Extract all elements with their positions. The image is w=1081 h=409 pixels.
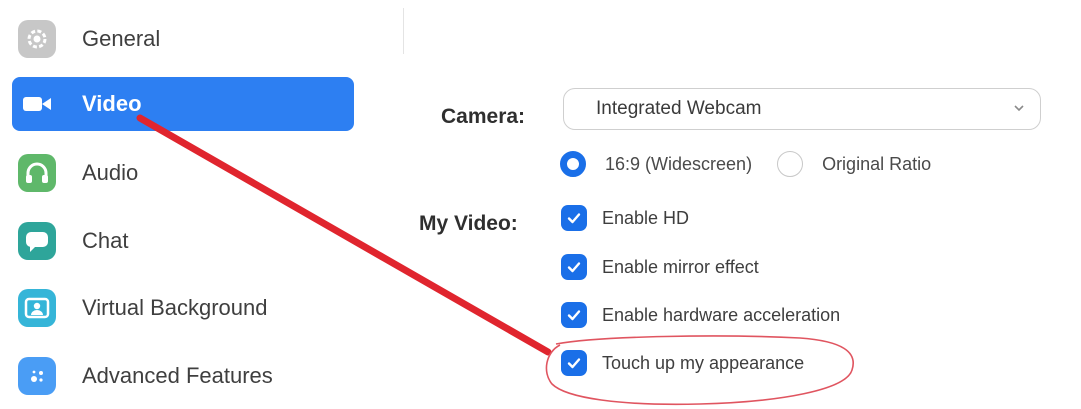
original-ratio-radio[interactable] bbox=[777, 151, 804, 177]
chat-bubble-icon bbox=[18, 222, 56, 260]
hardware-acceleration-label: Enable hardware acceleration bbox=[602, 304, 841, 325]
widescreen-radio-label: 16:9 (Widescreen) bbox=[605, 153, 753, 174]
sidebar-item-label: General bbox=[82, 26, 161, 51]
original-ratio-radio-label: Original Ratio bbox=[822, 153, 932, 174]
sidebar-item-label: Video bbox=[82, 91, 142, 116]
touch-up-appearance-option: Touch up my appearance bbox=[561, 346, 804, 380]
gear-icon bbox=[18, 20, 56, 58]
chevron-down-icon bbox=[1012, 101, 1026, 115]
aspect-ratio-options: 16:9 (Widescreen) Original Ratio bbox=[560, 146, 931, 182]
camera-select-value: Integrated Webcam bbox=[596, 98, 762, 119]
virtual-background-icon bbox=[18, 289, 56, 327]
sidebar-item-general[interactable]: General bbox=[12, 12, 354, 66]
settings-sidebar: General Video Audio Chat Virtual Backgro… bbox=[0, 0, 370, 409]
touch-up-appearance-label: Touch up my appearance bbox=[602, 352, 805, 373]
video-camera-icon bbox=[18, 85, 56, 123]
hardware-acceleration-checkbox[interactable] bbox=[561, 302, 587, 328]
enable-hd-checkbox[interactable] bbox=[561, 205, 587, 231]
sidebar-item-virtual-background[interactable]: Virtual Background bbox=[12, 281, 354, 335]
camera-select[interactable]: Integrated Webcam bbox=[563, 88, 1041, 130]
sidebar-item-label: Advanced Features bbox=[82, 363, 273, 388]
widescreen-radio[interactable] bbox=[560, 151, 586, 177]
sidebar-item-label: Virtual Background bbox=[82, 295, 268, 320]
sidebar-item-label: Audio bbox=[82, 160, 139, 185]
enable-hd-label: Enable HD bbox=[602, 207, 690, 228]
mirror-effect-checkbox[interactable] bbox=[561, 254, 587, 280]
my-video-label: My Video: bbox=[419, 212, 518, 235]
sidebar-item-label: Chat bbox=[82, 228, 129, 253]
mirror-effect-label: Enable mirror effect bbox=[602, 256, 759, 277]
touch-up-appearance-checkbox[interactable] bbox=[561, 350, 587, 376]
sidebar-item-chat[interactable]: Chat bbox=[12, 214, 354, 268]
sidebar-item-audio[interactable]: Audio bbox=[12, 146, 354, 200]
panel-divider bbox=[403, 8, 404, 54]
sidebar-item-video[interactable]: Video bbox=[12, 77, 354, 131]
mirror-effect-option: Enable mirror effect bbox=[561, 250, 759, 284]
sidebar-item-advanced-features[interactable]: Advanced Features bbox=[12, 349, 354, 403]
headphones-icon bbox=[18, 154, 56, 192]
enable-hd-option: Enable HD bbox=[561, 201, 689, 235]
camera-label: Camera: bbox=[441, 105, 526, 128]
hardware-acceleration-option: Enable hardware acceleration bbox=[561, 298, 840, 332]
advanced-features-icon bbox=[18, 357, 56, 395]
